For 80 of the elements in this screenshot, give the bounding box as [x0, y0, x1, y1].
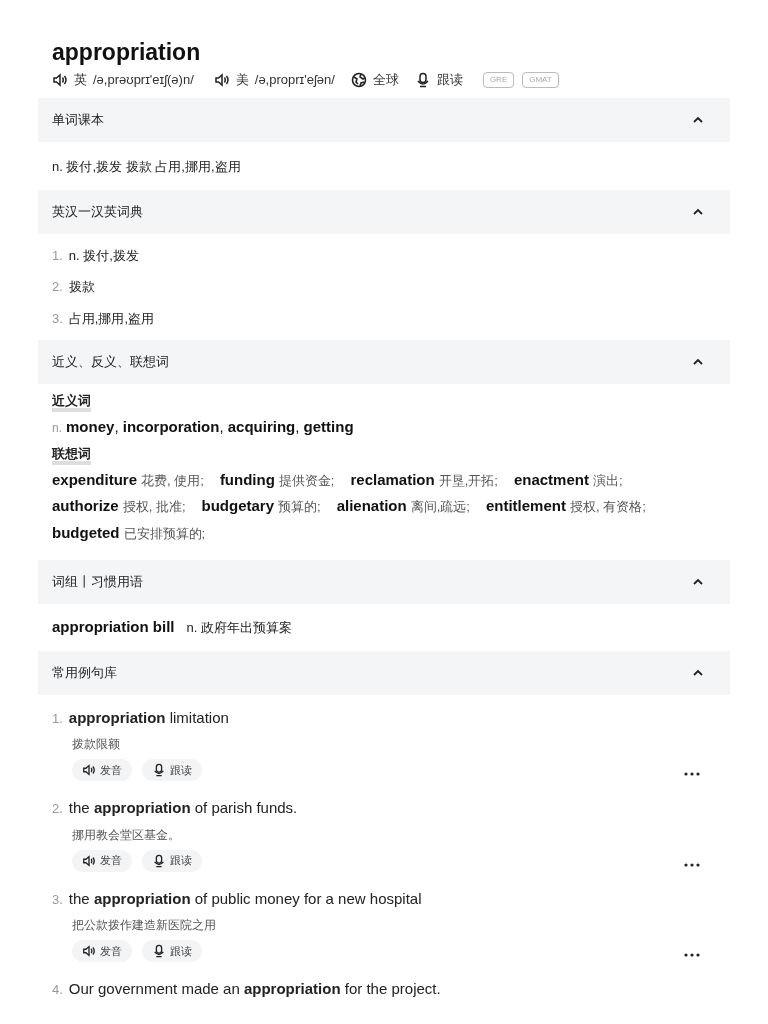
- more-icon[interactable]: [684, 772, 700, 776]
- microphone-icon: [414, 71, 431, 88]
- related-word-link[interactable]: budgetary: [201, 495, 275, 518]
- global-button[interactable]: 全球: [350, 70, 399, 90]
- section-header[interactable]: 词组丨习惯用语: [38, 560, 730, 604]
- related-word-link[interactable]: budgeted: [52, 521, 120, 544]
- item-number: 1.: [52, 709, 63, 728]
- section-header[interactable]: 常用例句库: [38, 650, 730, 695]
- example-sentence: Our government made an appropriation for the project.: [68, 979, 441, 999]
- item-number: 3.: [52, 309, 63, 328]
- microphone-icon: [152, 853, 166, 868]
- read-along-button[interactable]: 跟读: [142, 849, 202, 872]
- read-along-button[interactable]: 跟读: [414, 70, 463, 90]
- section-header[interactable]: 单词课本: [38, 97, 730, 142]
- phrase-link[interactable]: appropriation bill: [52, 616, 175, 639]
- item-number: 4.: [52, 981, 63, 999]
- part-of-speech: n.: [52, 420, 62, 437]
- section-title: 近义、反义、联想词: [52, 353, 169, 372]
- pronounce-button[interactable]: 发音: [72, 759, 132, 781]
- item-number: 3.: [52, 890, 63, 909]
- read-along-button[interactable]: 跟读: [142, 759, 202, 781]
- section-header[interactable]: 近义、反义、联想词: [38, 340, 730, 384]
- synonym-list: money, incorporation, acquiring, getting: [66, 416, 354, 439]
- definition-text: 占用,挪用,盗用: [68, 309, 155, 328]
- related-word-link[interactable]: reclamation: [350, 468, 435, 491]
- word-meaning: 授权, 批准;: [122, 498, 186, 516]
- example-translation: 拨款限额: [71, 736, 121, 753]
- speaker-icon: [52, 71, 68, 88]
- exam-tag: GMAT: [522, 71, 559, 88]
- word-meaning: 已安排预算的;: [123, 524, 206, 543]
- related-word-link[interactable]: expenditure: [52, 468, 138, 491]
- word-meaning: 预算的;: [278, 498, 321, 516]
- example-translation: 把公款拨作建造新医院之用: [71, 917, 217, 934]
- item-number: 1.: [52, 246, 63, 265]
- section-title: 词组丨习惯用语: [52, 573, 143, 592]
- section-header[interactable]: 英汉一汉英词典: [38, 189, 730, 234]
- word-meaning: 花费, 使用;: [141, 471, 204, 490]
- word-meaning: 离间,疏远;: [410, 498, 470, 516]
- word-meaning: 授权, 有资格;: [569, 498, 646, 516]
- more-icon[interactable]: [684, 953, 700, 957]
- related-word-link[interactable]: alienation: [336, 495, 407, 518]
- example-sentence: appropriation limitation: [68, 707, 229, 728]
- definition-text: n. 拨付,拨发: [68, 246, 139, 265]
- group-heading: 联想词: [52, 446, 91, 465]
- related-word-link[interactable]: funding: [219, 468, 275, 491]
- section-title: 单词课本: [52, 110, 104, 129]
- definition-text: n. 拨付,拨发 拨款 占用,挪用,盗用: [52, 158, 241, 174]
- pronunciation-region: 美: [235, 71, 249, 89]
- section-title: 常用例句库: [52, 663, 117, 682]
- microphone-icon: [152, 763, 166, 777]
- phrase-meaning: n. 政府年出预算案: [186, 619, 292, 637]
- word-title: appropriation: [52, 38, 202, 66]
- group-heading: 近义词: [52, 394, 91, 412]
- phonetic-text: /ə,proprɪ'eʃən/: [254, 71, 335, 89]
- example-translation: 挪用教会堂区基金。: [71, 826, 181, 844]
- item-number: 2.: [52, 278, 63, 296]
- related-word-link[interactable]: authorize: [52, 495, 119, 518]
- related-word-link[interactable]: entitlement: [485, 495, 566, 518]
- pronunciation-region: 英: [74, 71, 87, 89]
- word-meaning: 演出;: [592, 471, 623, 490]
- microphone-icon: [152, 944, 166, 958]
- more-icon[interactable]: [684, 862, 700, 867]
- word-meaning: 提供资金;: [278, 471, 335, 490]
- speaker-icon: [82, 763, 96, 777]
- speaker-icon: [213, 71, 230, 88]
- section-title: 英汉一汉英词典: [52, 202, 143, 221]
- related-word-link[interactable]: enactment: [513, 468, 589, 491]
- read-along-button[interactable]: 跟读: [142, 940, 202, 962]
- example-sentence: the appropriation of public money for a new hospital: [68, 888, 422, 909]
- globe-icon: [350, 71, 367, 88]
- speaker-icon: [82, 853, 96, 868]
- exam-tag: GRE: [482, 71, 515, 88]
- phonetic-text: /ə,prəʊprɪ'eɪʃ(ə)n/: [93, 71, 194, 89]
- definition-text: 拨款: [68, 278, 95, 296]
- speaker-icon: [82, 944, 96, 958]
- item-number: 2.: [52, 800, 63, 818]
- word-meaning: 开垦,开拓;: [438, 471, 498, 490]
- pronounce-button[interactable]: 发音: [72, 940, 132, 962]
- example-sentence: the appropriation of parish funds.: [68, 798, 298, 818]
- pronounce-button[interactable]: 发音: [72, 849, 132, 872]
